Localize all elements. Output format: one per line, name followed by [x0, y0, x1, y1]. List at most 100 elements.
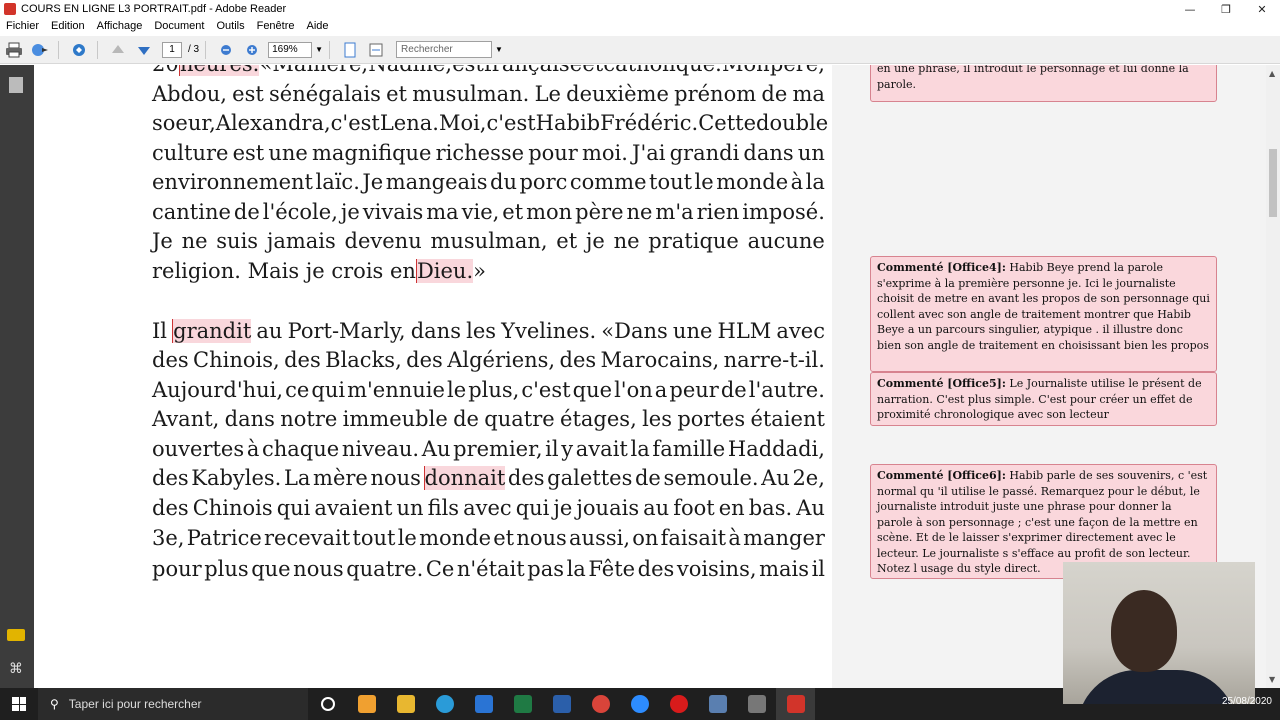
fit-width-icon[interactable]	[364, 39, 388, 61]
word: avec	[776, 319, 825, 343]
word: sénégalais	[269, 82, 381, 106]
zoom-in-icon[interactable]	[240, 39, 264, 61]
word: «Ma	[260, 65, 307, 76]
word: deuxième	[566, 82, 669, 106]
word: la	[805, 170, 825, 194]
text-line: des Chinois, des Blacks, des Algériens, des Mar…	[152, 345, 825, 375]
search-icon: ⚲	[50, 697, 59, 711]
word: manger	[743, 526, 825, 550]
word: fils	[427, 496, 460, 520]
word: faisait	[660, 526, 727, 550]
comments-panel-icon[interactable]	[7, 629, 25, 641]
chevron-down-icon[interactable]: ▼	[315, 45, 323, 54]
comment-office4[interactable]: Commenté [Office4]: Habib Beye prend la …	[870, 256, 1217, 372]
scroll-thumb[interactable]	[1269, 149, 1277, 217]
search-input[interactable]: Rechercher	[396, 41, 493, 58]
taskbar-search-box[interactable]: ⚲ Taper ici pour rechercher	[38, 688, 308, 720]
mail-icon[interactable]	[464, 688, 503, 720]
word: »	[473, 259, 486, 283]
word: des	[406, 348, 443, 372]
word: au	[256, 319, 283, 343]
word: des	[152, 466, 189, 490]
word: monde	[419, 526, 492, 550]
highlighted-word[interactable]: Dieu.	[415, 259, 474, 283]
minimize-button[interactable]: —	[1172, 0, 1208, 18]
word: Chinois	[192, 496, 273, 520]
store-icon[interactable]	[347, 688, 386, 720]
opera-icon[interactable]	[659, 688, 698, 720]
menu-affichage[interactable]: Affichage	[91, 20, 149, 32]
word: de	[634, 466, 661, 490]
adobe-reader-icon	[4, 3, 16, 15]
comment-office3[interactable]: en une phrase, il introduit le personnag…	[870, 65, 1217, 102]
app-icon-2[interactable]	[737, 688, 776, 720]
word: à	[246, 437, 260, 461]
pages-panel-icon[interactable]	[9, 77, 23, 93]
menu-document[interactable]: Document	[148, 20, 210, 32]
word-icon[interactable]	[542, 688, 581, 720]
word: soeur,	[152, 111, 216, 135]
word: ne	[181, 229, 208, 253]
collaborate-icon[interactable]	[67, 39, 91, 61]
edge-icon[interactable]	[425, 688, 464, 720]
word: aucune	[747, 229, 825, 253]
chevron-down-icon[interactable]: ▼	[495, 45, 503, 54]
attachments-icon[interactable]: ⌘	[9, 661, 23, 677]
word: voisins,	[676, 557, 757, 581]
zoom-icon[interactable]	[620, 688, 659, 720]
fit-page-icon[interactable]	[338, 39, 362, 61]
comment-office5[interactable]: Commenté [Office5]: Le Journaliste utili…	[870, 372, 1217, 426]
word: des	[507, 466, 545, 490]
scroll-down-icon[interactable]: ▼	[1269, 675, 1275, 684]
word: grandi	[669, 141, 740, 165]
word: mangeais	[385, 170, 488, 194]
word: ne	[613, 229, 640, 253]
word: la	[566, 557, 586, 581]
share-icon[interactable]	[28, 39, 52, 61]
word: la	[630, 437, 650, 461]
zoom-out-icon[interactable]	[214, 39, 238, 61]
highlighted-word[interactable]: donnait	[423, 466, 506, 490]
word: Marocains,	[600, 348, 720, 372]
close-button[interactable]: ✕	[1244, 0, 1280, 18]
excel-icon[interactable]	[503, 688, 542, 720]
highlighted-word[interactable]: heures.	[178, 65, 260, 76]
acrobat-taskbar-icon[interactable]	[776, 688, 815, 720]
file-explorer-icon[interactable]	[386, 688, 425, 720]
scroll-up-icon[interactable]: ▲	[1269, 69, 1275, 78]
menu-bar: Fichier Edition Affichage Document Outil…	[0, 18, 1280, 34]
word: notre	[280, 407, 338, 431]
word: Au	[421, 437, 451, 461]
zoom-level-select[interactable]: 169%	[268, 41, 313, 58]
word: aussi,	[569, 526, 631, 550]
word: Je	[362, 170, 384, 194]
menu-edition[interactable]: Edition	[45, 20, 91, 32]
print-icon[interactable]	[2, 39, 26, 61]
next-page-icon[interactable]	[132, 39, 156, 61]
previous-page-icon[interactable]	[106, 39, 130, 61]
word: prénom	[674, 82, 757, 106]
vertical-scrollbar[interactable]: ▲ ▼	[1266, 65, 1280, 688]
word: un	[797, 141, 825, 165]
menu-fichier[interactable]: Fichier	[0, 20, 45, 32]
word: mais	[759, 557, 810, 581]
word: portes	[677, 407, 746, 431]
comment-author: Commenté [Office6]:	[877, 469, 1006, 482]
menu-fenetre[interactable]: Fenêtre	[251, 20, 301, 32]
word: m'ennuie	[347, 378, 445, 402]
word: au	[643, 496, 670, 520]
menu-outils[interactable]: Outils	[210, 20, 250, 32]
highlighted-word[interactable]: grandit	[172, 319, 252, 343]
word: bas.	[748, 496, 793, 520]
word: ma	[792, 82, 825, 106]
windows-start-icon[interactable]	[12, 697, 26, 711]
chrome-icon[interactable]	[581, 688, 620, 720]
word: père,	[770, 65, 825, 76]
app-icon[interactable]	[698, 688, 737, 720]
cortana-icon[interactable]	[308, 688, 347, 720]
toolbar-divider	[97, 40, 98, 59]
menu-aide[interactable]: Aide	[301, 20, 335, 32]
page-number-input[interactable]: 1	[162, 41, 182, 58]
word: ouvertes	[152, 437, 245, 461]
maximize-button[interactable]: ❐	[1208, 0, 1244, 18]
